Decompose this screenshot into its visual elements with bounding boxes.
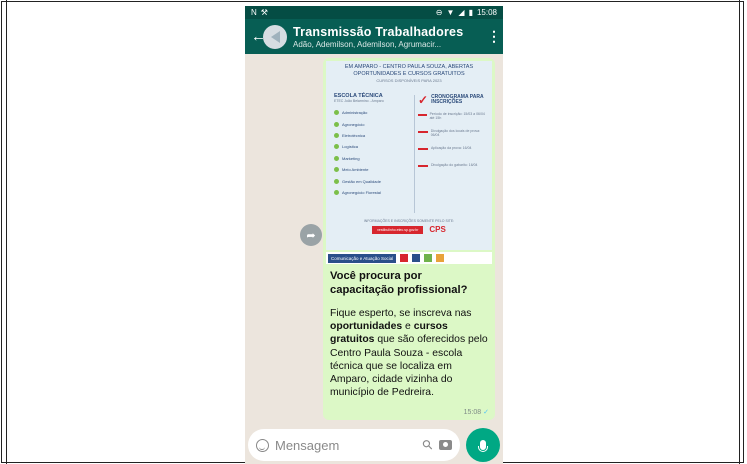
courses-column: ESCOLA TÉCNICA ETEC João Belarmino - Amp… xyxy=(334,93,414,198)
site-label: vestibulinho.etec.sp.gov.br xyxy=(372,225,424,234)
flyer-image[interactable]: EM AMPARO - CENTRO PAULA SOUZA, ABERTAS … xyxy=(326,61,492,250)
schedule-column: ✓ CRONOGRAMA PARA INSCRIÇÕES Período de … xyxy=(418,93,488,180)
message-heading: Você procura por capacitação profissiona… xyxy=(330,270,468,296)
footer-note: INFORMAÇÕES E INSCRIÇÕES SOMENTE PELO SI… xyxy=(363,219,455,223)
left-border xyxy=(6,0,7,464)
check-icon xyxy=(334,121,339,127)
signal-icon: ◢ xyxy=(458,8,465,17)
voice-record-button[interactable] xyxy=(466,428,500,462)
check-icon xyxy=(334,167,339,173)
check-icon xyxy=(334,189,339,195)
course-item: Logística xyxy=(334,141,414,152)
partner-logo xyxy=(412,254,421,262)
message-body: Fique esperto, se inscreva nas oportunid… xyxy=(330,308,488,399)
megaphone-icon xyxy=(270,30,280,43)
message-bubble[interactable]: EM AMPARO - CENTRO PAULA SOUZA, ABERTAS … xyxy=(323,58,495,420)
course-item: Agronegócio xyxy=(334,118,414,129)
check-icon xyxy=(334,155,339,161)
more-options-icon[interactable]: ⋮ xyxy=(487,28,501,45)
chat-members: Adão, Ademilson, Ademilson, Agrumacir... xyxy=(293,39,442,49)
emoji-icon[interactable] xyxy=(256,438,269,452)
schedule-item: Aplicação da prova: 16/04 xyxy=(418,146,488,163)
alarm-icon: ⊖ xyxy=(435,8,443,17)
checkmark-icon: ✓ xyxy=(418,93,429,107)
cps-logo: CPS xyxy=(429,225,446,234)
chat-title: Transmissão Trabalhadores xyxy=(293,24,464,39)
schedule-item: Divulgação do gabarito: 16/04 xyxy=(418,163,488,180)
partner-logo xyxy=(400,254,409,262)
wifi-icon: ▼ xyxy=(446,8,455,17)
check-icon xyxy=(334,110,339,116)
back-arrow-icon[interactable]: ← xyxy=(251,28,266,45)
course-item: Gestão em Qualidade xyxy=(334,175,414,186)
broadcast-avatar[interactable] xyxy=(263,24,287,49)
battery-icon: ▮ xyxy=(468,8,473,17)
check-icon xyxy=(334,144,339,150)
usb-icon: ⚒ xyxy=(260,8,268,17)
delivered-check-icon: ✓ xyxy=(483,409,489,416)
partner-logo xyxy=(424,254,433,262)
clock: 15:08 xyxy=(476,8,497,17)
message-composer: ⚲ xyxy=(248,427,500,463)
message-input[interactable] xyxy=(275,437,418,453)
schedule-title: CRONOGRAMA PARA INSCRIÇÕES xyxy=(431,93,484,105)
flyer-note: CURSOS DISPONÍVEIS PARA 2023 xyxy=(376,77,442,83)
message-input-pill[interactable]: ⚲ xyxy=(248,429,460,461)
right-border xyxy=(739,0,740,464)
partner-logo xyxy=(436,254,445,262)
course-item: Eletrotécnica xyxy=(334,130,414,141)
check-icon xyxy=(334,132,339,138)
course-item: Administração xyxy=(334,107,414,118)
chat-title-block[interactable]: Transmissão Trabalhadores Adão, Ademilso… xyxy=(293,25,487,49)
status-bar: N ⚒ ⊖ ▼ ◢ ▮ 15:08 xyxy=(245,6,503,19)
camera-icon[interactable] xyxy=(439,440,452,450)
phone-screen: N ⚒ ⊖ ▼ ◢ ▮ 15:08 ← Transmissão Trabalha… xyxy=(245,6,503,464)
flyer-headline: EM AMPARO - CENTRO PAULA SOUZA, ABERTAS … xyxy=(344,64,474,77)
course-item: Agronegócio Florestal xyxy=(334,187,414,198)
logos-banner: Comunicação e Atuação Social xyxy=(326,252,492,264)
notification-icon: N xyxy=(251,8,257,17)
microphone-icon xyxy=(478,440,488,452)
message-text: Você procura por capacitação profissiona… xyxy=(326,264,492,399)
school-subtitle: ETEC João Belarmino - Amparo xyxy=(334,99,384,103)
schedule-item: Divulgação dos locais de prova: 06/04 xyxy=(418,129,488,146)
banner-label: Comunicação e Atuação Social xyxy=(328,253,397,263)
chat-header: ← Transmissão Trabalhadores Adão, Ademil… xyxy=(245,19,503,54)
check-icon xyxy=(334,178,339,184)
attach-icon[interactable]: ⚲ xyxy=(419,436,437,454)
course-item: Marketing xyxy=(334,153,414,164)
forward-icon[interactable]: ➦ xyxy=(300,224,322,246)
schedule-item: Período de inscrição: 15/03 a 06/04 até … xyxy=(418,112,488,129)
flyer-divider xyxy=(414,95,415,213)
course-item: Meio Ambiente xyxy=(334,164,414,175)
message-time: 15:08 ✓ xyxy=(463,409,489,416)
chat-body: ➦ EM AMPARO - CENTRO PAULA SOUZA, ABERTA… xyxy=(245,54,503,420)
flyer-footer: INFORMAÇÕES E INSCRIÇÕES SOMENTE PELO SI… xyxy=(326,219,492,234)
